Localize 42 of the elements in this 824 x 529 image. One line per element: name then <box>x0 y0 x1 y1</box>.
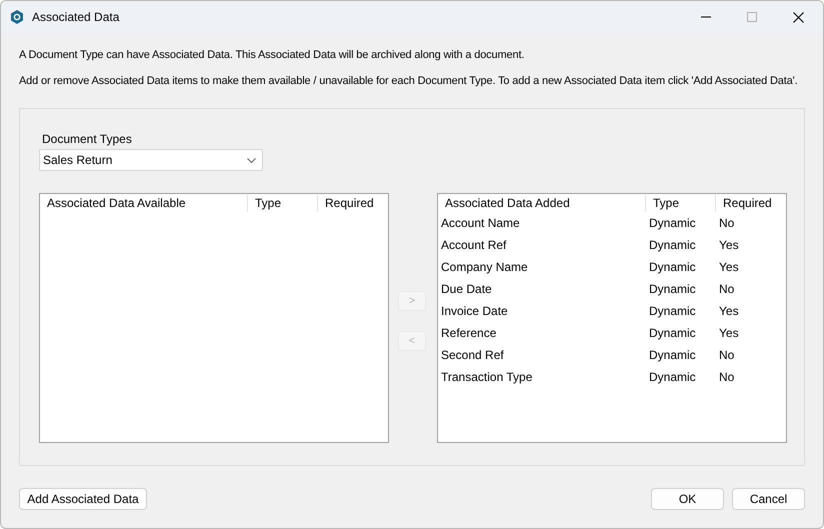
table-cell-text: Dynamic <box>648 369 697 386</box>
column-header[interactable]: Associated Data Added <box>438 194 646 212</box>
table-cell-text: No <box>718 347 736 364</box>
column-header[interactable]: Required <box>318 194 388 212</box>
table-cell-text: Due Date <box>440 281 493 298</box>
chevron-down-icon <box>247 158 256 162</box>
cancel-button[interactable]: Cancel <box>732 488 805 510</box>
window-title: Associated Data <box>32 9 120 26</box>
table-cell-text: No <box>718 215 736 232</box>
table-cell-text: No <box>718 369 736 386</box>
ok-button[interactable]: OK <box>651 488 724 510</box>
instruction-text: Add or remove Associated Data items to make them available / unavailable for each Document Type. To add a new Associated Data item click 'Add Associated Data'. <box>19 74 798 88</box>
table-cell-text: Dynamic <box>648 237 697 254</box>
table-cell-text: Dynamic <box>648 325 697 342</box>
table-cell-text: Yes <box>718 325 740 342</box>
instruction-text: A Document Type can have Associated Data. This Associated Data will be archived along with a document. <box>19 48 524 63</box>
table-cell-text: Reference <box>440 325 498 342</box>
dropdown-value: Sales Return <box>43 152 114 169</box>
table-cell-text: Account Ref <box>440 237 508 254</box>
table-cell-text: Second Ref <box>440 347 505 364</box>
column-header[interactable]: Required <box>716 194 786 212</box>
table-cell-text: Yes <box>718 237 740 254</box>
table-cell-text: Dynamic <box>648 303 697 320</box>
document-types-label: Document Types <box>42 131 132 148</box>
column-header[interactable]: Associated Data Available <box>40 194 248 212</box>
table-cell-text: Dynamic <box>648 347 697 364</box>
column-header[interactable]: Type <box>248 194 318 212</box>
table-cell-text: Company Name <box>440 259 529 276</box>
table-cell-text: Dynamic <box>648 215 697 232</box>
table-cell-text: Dynamic <box>648 281 697 298</box>
table-cell-text: No <box>718 281 736 298</box>
close-icon[interactable] <box>793 12 804 22</box>
app-gear-icon <box>10 10 24 24</box>
table-cell-text: Dynamic <box>648 259 697 276</box>
table-cell-text: Transaction Type <box>440 369 534 386</box>
add-associated-data-button[interactable]: Add Associated Data <box>19 488 147 510</box>
table-cell-text: Yes <box>718 259 740 276</box>
table-cell-text: Invoice Date <box>440 303 509 320</box>
table-cell-text: Account Name <box>440 215 521 232</box>
document-types-dropdown[interactable]: Sales Return <box>39 149 263 171</box>
table-cell-text: Yes <box>718 303 740 320</box>
column-header[interactable]: Type <box>646 194 716 212</box>
